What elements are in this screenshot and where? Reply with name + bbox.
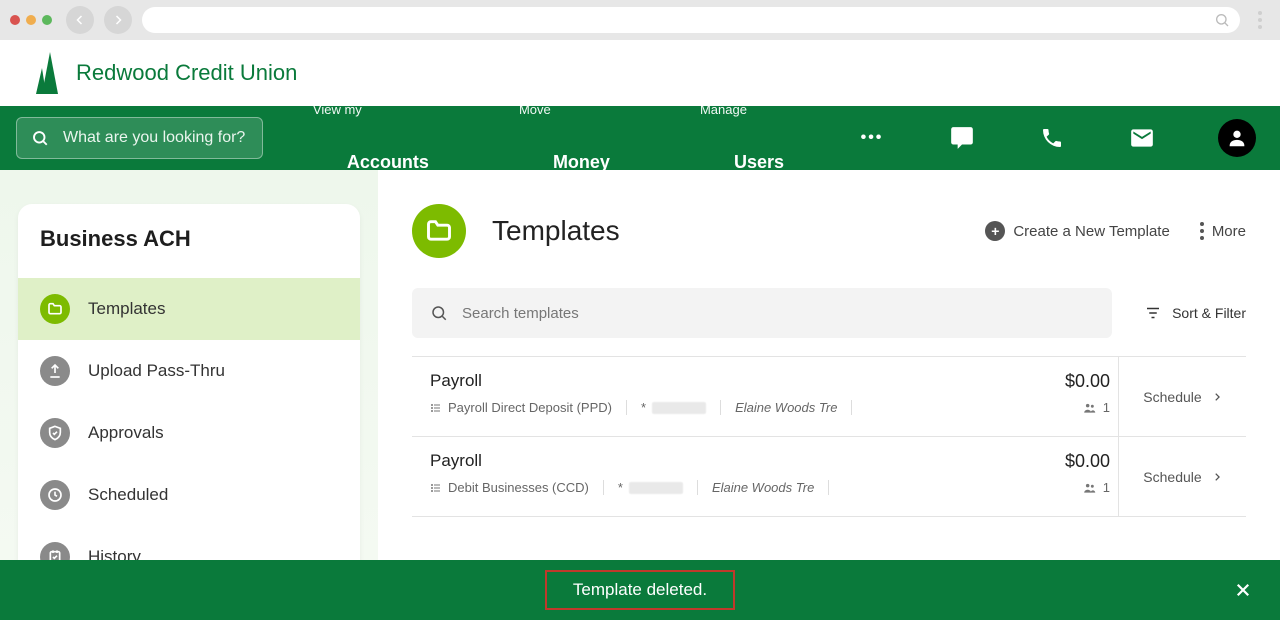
sidebar-item-upload[interactable]: Upload Pass-Thru	[18, 340, 360, 402]
chevron-right-icon	[1212, 392, 1222, 402]
list-icon	[430, 402, 442, 414]
create-template-button[interactable]: + Create a New Template	[985, 221, 1169, 241]
plus-circle-icon: +	[985, 221, 1005, 241]
sidebar-item-scheduled[interactable]: Scheduled	[18, 464, 360, 526]
account-prefix: *	[641, 400, 646, 415]
template-owner: Elaine Woods Tre	[712, 480, 814, 495]
page-title: Templates	[492, 215, 985, 247]
list-icon	[430, 482, 442, 494]
more-vertical-icon	[1200, 222, 1204, 240]
close-icon	[1234, 581, 1252, 599]
schedule-button[interactable]: Schedule	[1118, 357, 1246, 436]
sidebar-item-label: Upload Pass-Thru	[88, 361, 225, 381]
recipient-count: 1	[1083, 480, 1110, 495]
minimize-window-icon[interactable]	[26, 15, 36, 25]
template-type: Payroll Direct Deposit (PPD)	[448, 400, 612, 415]
forward-button[interactable]	[104, 6, 132, 34]
sidebar: Business ACH Templates Upload Pass-Thru …	[0, 170, 378, 620]
sidebar-item-templates[interactable]: Templates	[18, 278, 360, 340]
global-search[interactable]: What are you looking for?	[16, 117, 263, 159]
sidebar-item-label: Approvals	[88, 423, 164, 443]
folder-icon	[412, 204, 466, 258]
sidebar-item-label: Scheduled	[88, 485, 168, 505]
chat-icon[interactable]	[948, 124, 976, 152]
schedule-button[interactable]: Schedule	[1118, 437, 1246, 516]
main-content: Templates + Create a New Template More S…	[378, 170, 1280, 620]
search-icon	[31, 129, 49, 147]
template-name: Payroll	[430, 451, 482, 472]
nav-users[interactable]: Manage Users	[700, 102, 818, 173]
browser-menu-icon[interactable]	[1250, 11, 1270, 29]
maximize-window-icon[interactable]	[42, 15, 52, 25]
template-search[interactable]: Search templates	[412, 288, 1112, 338]
avatar[interactable]	[1218, 119, 1256, 157]
template-amount: $0.00	[1065, 371, 1110, 392]
url-bar[interactable]	[142, 7, 1240, 33]
search-icon	[430, 304, 448, 322]
template-row-body[interactable]: Payroll $0.00 Debit Businesses (CCD) *	[412, 437, 1118, 516]
phone-icon[interactable]	[1038, 124, 1066, 152]
brand-bar: Redwood Credit Union	[0, 40, 1280, 106]
redacted-account	[652, 402, 706, 414]
people-icon	[1083, 401, 1097, 415]
upload-icon	[40, 356, 70, 386]
sidebar-title: Business ACH	[18, 204, 360, 278]
back-button[interactable]	[66, 6, 94, 34]
template-search-placeholder: Search templates	[462, 305, 579, 322]
clock-icon	[40, 480, 70, 510]
template-amount: $0.00	[1065, 451, 1110, 472]
sidebar-item-approvals[interactable]: Approvals	[18, 402, 360, 464]
toast-message: Template deleted.	[545, 570, 735, 610]
nav-money[interactable]: Move Money	[519, 102, 644, 173]
search-icon	[1214, 12, 1230, 28]
sidebar-item-label: Templates	[88, 299, 165, 319]
more-menu-icon[interactable]: •••	[858, 124, 886, 152]
template-row-body[interactable]: Payroll $0.00 Payroll Direct Deposit (PP…	[412, 357, 1118, 436]
template-row: Payroll $0.00 Debit Businesses (CCD) *	[412, 437, 1246, 517]
template-row: Payroll $0.00 Payroll Direct Deposit (PP…	[412, 357, 1246, 437]
template-type: Debit Businesses (CCD)	[448, 480, 589, 495]
chevron-right-icon	[1212, 472, 1222, 482]
window-controls	[10, 15, 56, 25]
template-owner: Elaine Woods Tre	[735, 400, 837, 415]
toast-close-button[interactable]	[1234, 581, 1252, 599]
browser-chrome	[0, 0, 1280, 40]
page-header: Templates + Create a New Template More	[412, 204, 1246, 258]
filter-icon	[1144, 304, 1162, 322]
brand-name: Redwood Credit Union	[76, 60, 297, 86]
people-icon	[1083, 481, 1097, 495]
folder-icon	[40, 294, 70, 324]
global-search-placeholder: What are you looking for?	[63, 129, 245, 147]
more-button[interactable]: More	[1200, 222, 1246, 240]
top-nav: What are you looking for? View my Accoun…	[0, 106, 1280, 170]
close-window-icon[interactable]	[10, 15, 20, 25]
logo-icon	[36, 52, 66, 94]
primary-nav: View my Accounts Move Money Manage Users	[313, 102, 818, 173]
nav-accounts[interactable]: View my Accounts	[313, 102, 463, 173]
toast: Template deleted.	[0, 560, 1280, 620]
mail-icon[interactable]	[1128, 124, 1156, 152]
header-icons: •••	[858, 119, 1256, 157]
recipient-count: 1	[1083, 400, 1110, 415]
account-prefix: *	[618, 480, 623, 495]
sidebar-panel: Business ACH Templates Upload Pass-Thru …	[18, 204, 360, 588]
redacted-account	[629, 482, 683, 494]
shield-icon	[40, 418, 70, 448]
template-list: Payroll $0.00 Payroll Direct Deposit (PP…	[412, 356, 1246, 517]
template-name: Payroll	[430, 371, 482, 392]
sort-filter-button[interactable]: Sort & Filter	[1144, 304, 1246, 322]
